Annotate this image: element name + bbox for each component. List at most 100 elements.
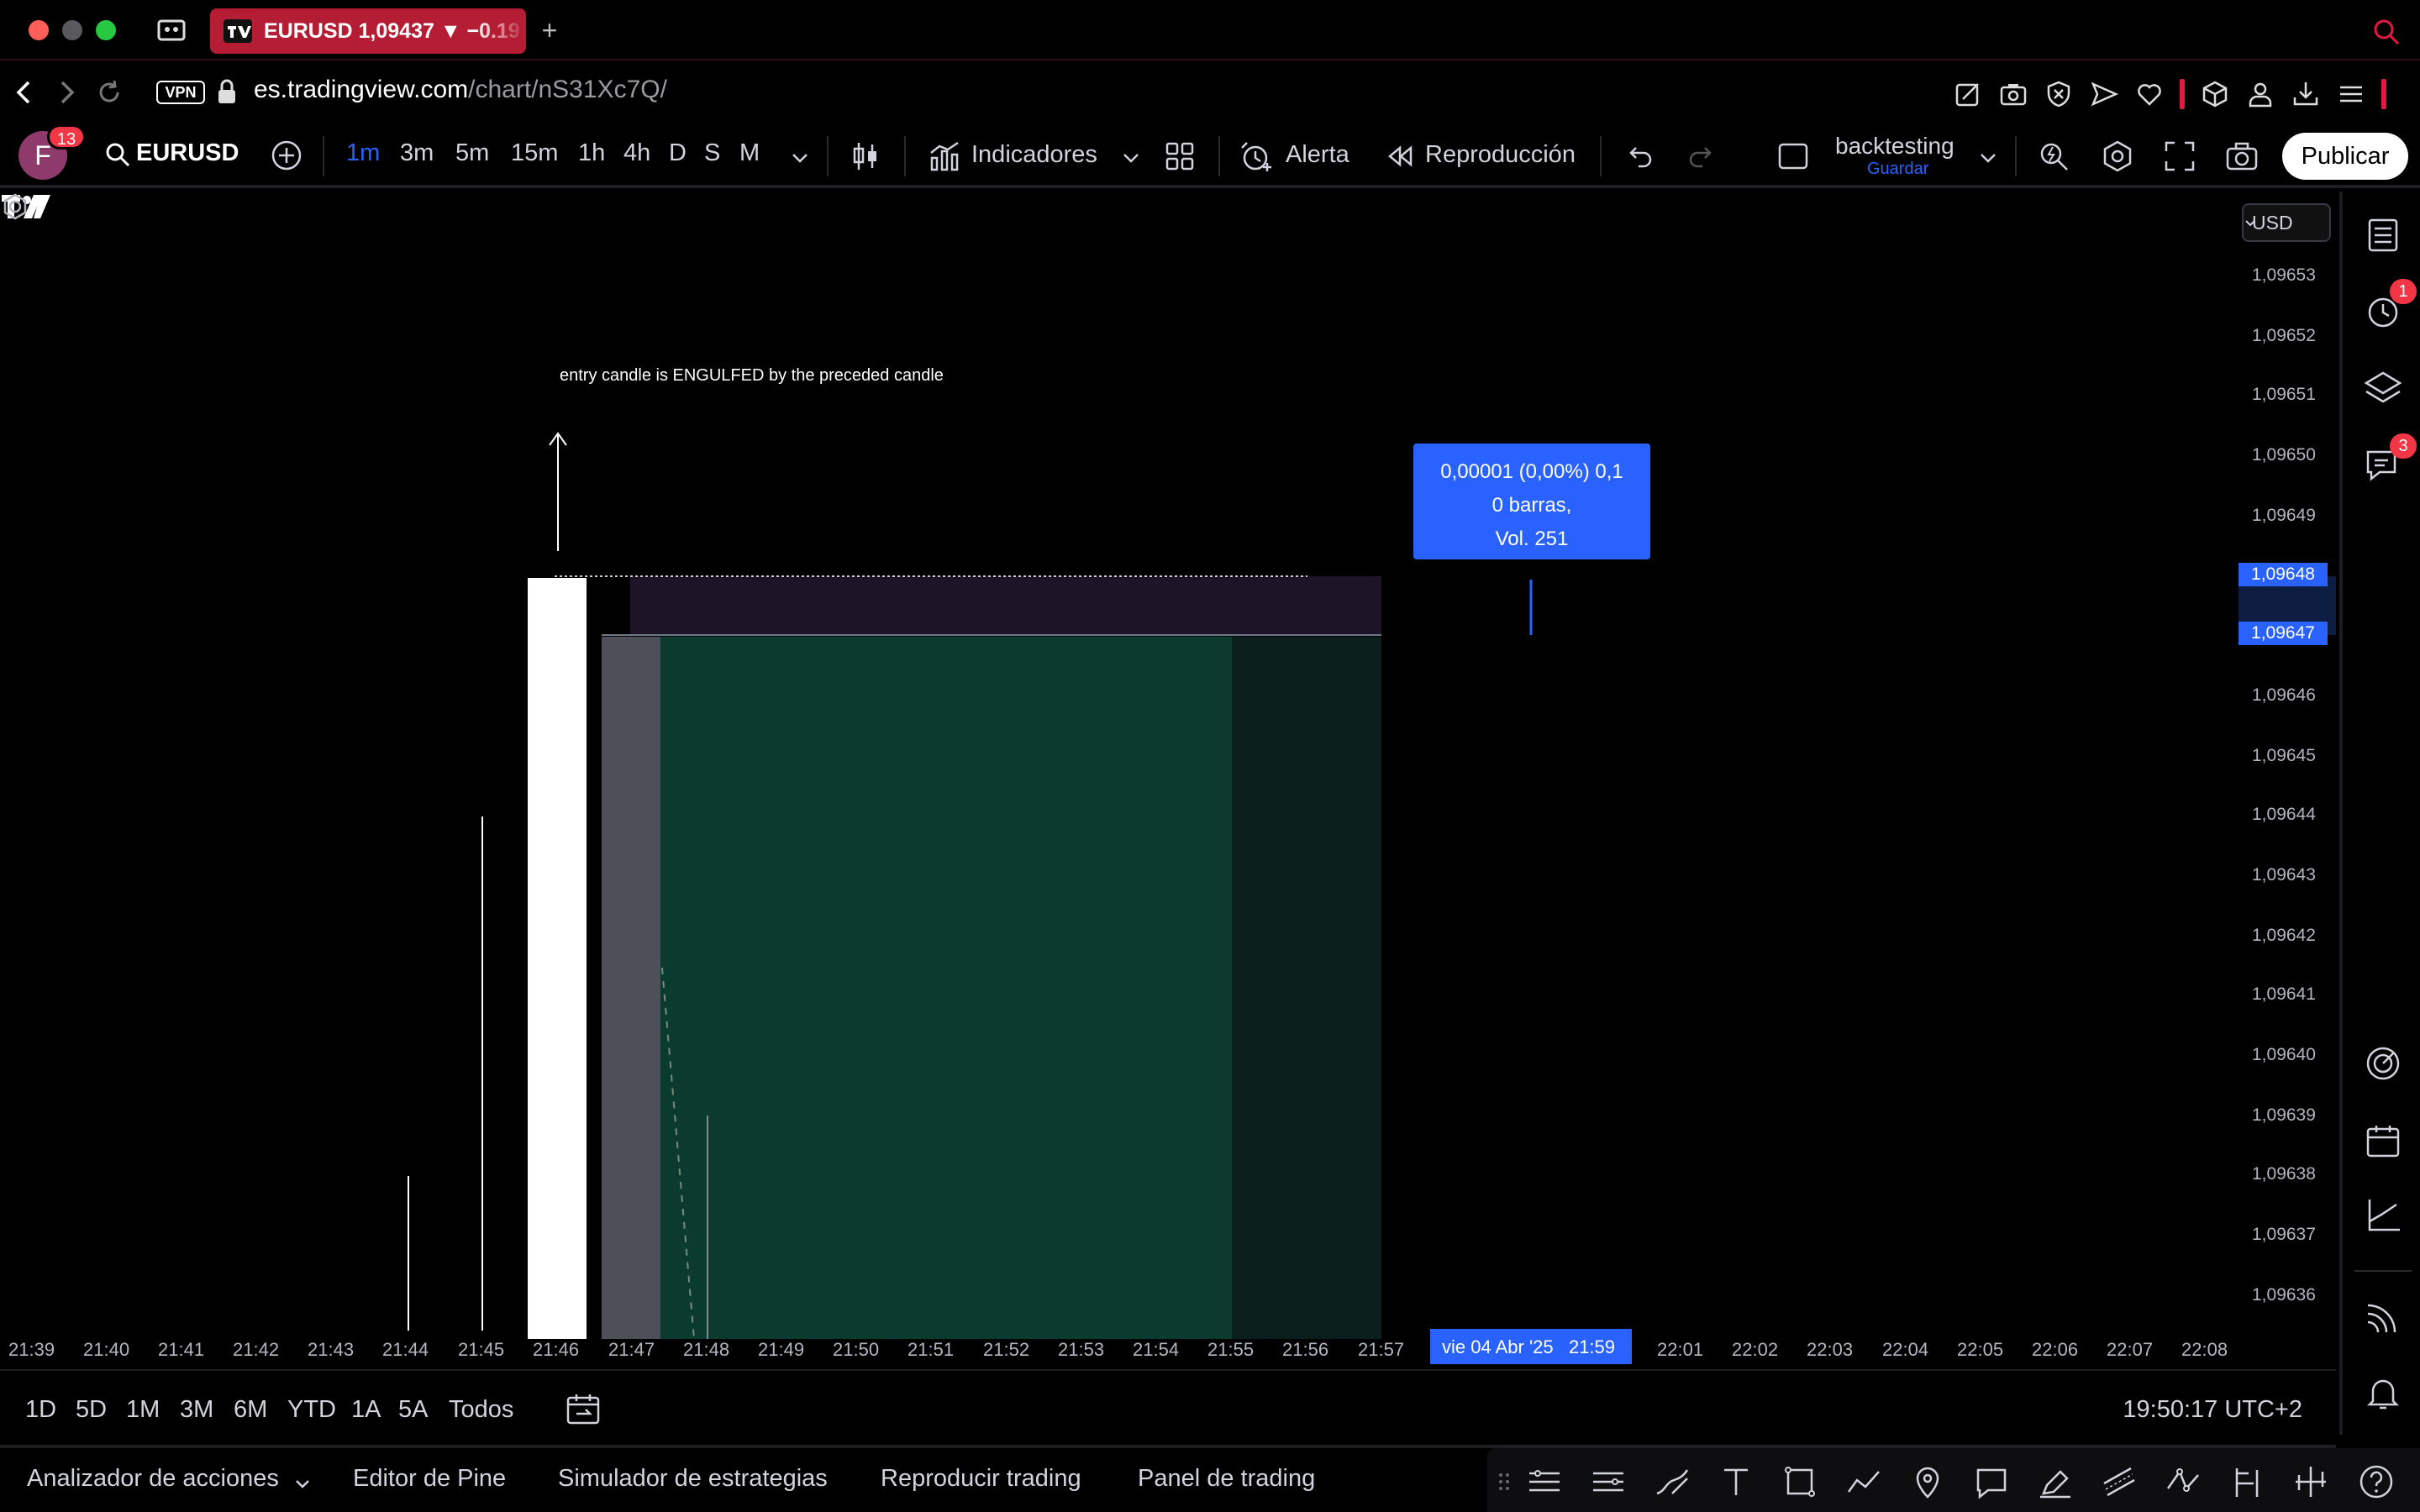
pin-icon[interactable] bbox=[1909, 1463, 1946, 1500]
range-1a[interactable]: 1A bbox=[351, 1396, 398, 1424]
path-tool-icon[interactable] bbox=[1845, 1463, 1882, 1500]
heart-icon[interactable] bbox=[2134, 79, 2165, 109]
interval-15m[interactable]: 15m bbox=[511, 139, 578, 167]
url-field[interactable]: es.tradingview.com/chart/nS31Xc7Q/ bbox=[254, 76, 667, 104]
menu-icon[interactable] bbox=[2336, 79, 2366, 109]
candle-bar[interactable] bbox=[528, 578, 587, 1339]
goto-date-icon[interactable] bbox=[565, 1391, 602, 1428]
chart-annotation-text[interactable]: entry candle is ENGULFED by the preceded… bbox=[560, 366, 944, 386]
camera-icon[interactable] bbox=[1998, 79, 2028, 109]
comment-icon[interactable] bbox=[1973, 1463, 2010, 1500]
tab-trading-panel[interactable]: Panel de trading bbox=[1138, 1465, 1315, 1493]
interval-d[interactable]: D bbox=[669, 139, 704, 167]
tab-overview-icon[interactable] bbox=[156, 17, 187, 44]
vpn-badge[interactable]: VPN bbox=[156, 81, 205, 104]
chevron-down-icon[interactable] bbox=[292, 1473, 313, 1494]
replay-button[interactable]: Reproducción bbox=[1425, 141, 1576, 169]
lock-icon[interactable] bbox=[215, 77, 239, 108]
range-5d[interactable]: 5D bbox=[76, 1396, 126, 1424]
range-ytd[interactable]: YTD bbox=[287, 1396, 351, 1424]
price-highlight-upper[interactable]: 1,09648 bbox=[2238, 563, 2328, 586]
gear-icon[interactable] bbox=[0, 192, 30, 222]
window-minimize-button[interactable] bbox=[62, 20, 82, 40]
window-zoom-button[interactable] bbox=[96, 20, 116, 40]
brush-icon[interactable] bbox=[1654, 1463, 1691, 1500]
interval-3m[interactable]: 3m bbox=[400, 139, 455, 167]
settings-hexagon-icon[interactable] bbox=[2101, 139, 2134, 173]
chevron-down-icon[interactable] bbox=[1975, 144, 2002, 171]
measure-ruler-icon[interactable] bbox=[2292, 1463, 2329, 1500]
alarm-clock-icon[interactable] bbox=[1239, 139, 1272, 173]
reload-icon[interactable] bbox=[94, 76, 124, 109]
signal-icon[interactable] bbox=[2363, 1297, 2403, 1337]
range-1d[interactable]: 1D bbox=[25, 1396, 76, 1424]
take-profit-zone[interactable] bbox=[660, 637, 1232, 1339]
indicators-icon[interactable] bbox=[928, 139, 961, 173]
interval-4h[interactable]: 4h bbox=[623, 139, 669, 167]
rectangle-tool-icon[interactable] bbox=[1781, 1463, 1818, 1500]
window-close-button[interactable] bbox=[29, 20, 49, 40]
channel-icon[interactable] bbox=[1590, 1463, 1627, 1500]
range-todos[interactable]: Todos bbox=[449, 1396, 524, 1424]
browser-tab-active[interactable]: EURUSD 1,09437 ▼ −0.19 bbox=[210, 8, 526, 54]
download-icon[interactable] bbox=[2291, 79, 2321, 109]
horizontal-lines-icon[interactable] bbox=[1526, 1463, 1563, 1500]
publish-button[interactable]: Publicar bbox=[2282, 133, 2408, 180]
replay-rewind-icon[interactable] bbox=[1383, 139, 1417, 173]
shield-icon[interactable] bbox=[2044, 79, 2074, 109]
long-position-icon[interactable] bbox=[2228, 1463, 2265, 1500]
cube-icon[interactable] bbox=[2200, 79, 2230, 109]
parallel-channel-icon[interactable] bbox=[2101, 1463, 2138, 1500]
clock-timezone[interactable]: 19:50:17 UTC+2 bbox=[2123, 1396, 2302, 1424]
text-tool-icon[interactable] bbox=[1718, 1463, 1754, 1500]
tab-replay-trading[interactable]: Reproducir trading bbox=[881, 1465, 1081, 1493]
new-tab-button[interactable]: + bbox=[533, 17, 566, 45]
interval-m[interactable]: M bbox=[739, 139, 776, 167]
tab-stock-screener[interactable]: Analizador de acciones bbox=[27, 1465, 279, 1493]
forward-arrow-icon[interactable] bbox=[52, 76, 82, 109]
undo-icon[interactable] bbox=[1622, 139, 1655, 173]
symbol-search-button[interactable]: EURUSD bbox=[136, 139, 239, 167]
quick-search-icon[interactable] bbox=[2037, 139, 2070, 173]
tab-strategy-tester[interactable]: Simulador de estrategias bbox=[558, 1465, 828, 1493]
interval-5m[interactable]: 5m bbox=[455, 139, 511, 167]
chart-axis-icon[interactable] bbox=[2363, 1196, 2403, 1236]
range-5a[interactable]: 5A bbox=[398, 1396, 449, 1424]
chevron-down-icon[interactable] bbox=[786, 144, 813, 171]
candles-icon[interactable] bbox=[849, 139, 882, 173]
chart-canvas[interactable]: USD entry candle is ENGULFED by the prec… bbox=[0, 192, 2336, 1364]
highlighter-icon[interactable] bbox=[2037, 1463, 2074, 1500]
profile-icon[interactable] bbox=[2245, 79, 2275, 109]
range-3m[interactable]: 3M bbox=[180, 1396, 234, 1424]
indicators-button[interactable]: Indicadores bbox=[971, 141, 1097, 169]
calendar-icon[interactable] bbox=[2363, 1121, 2403, 1161]
currency-select[interactable]: USD bbox=[2242, 203, 2331, 242]
interval-s[interactable]: S bbox=[704, 139, 739, 167]
price-highlight-lower[interactable]: 1,09647 bbox=[2238, 622, 2328, 645]
range-1m[interactable]: 1M bbox=[126, 1396, 180, 1424]
help-icon[interactable] bbox=[2358, 1463, 2395, 1500]
search-icon[interactable] bbox=[104, 141, 131, 168]
search-icon[interactable] bbox=[2370, 15, 2403, 49]
xabcd-pattern-icon[interactable] bbox=[2165, 1463, 2202, 1500]
send-icon[interactable] bbox=[2089, 79, 2119, 109]
target-icon[interactable] bbox=[2363, 1043, 2403, 1084]
alert-button[interactable]: Alerta bbox=[1286, 141, 1349, 169]
layout-square-icon[interactable] bbox=[1776, 139, 1810, 173]
back-arrow-icon[interactable] bbox=[8, 76, 39, 109]
interval-1h[interactable]: 1h bbox=[578, 139, 623, 167]
layout-grid-icon[interactable] bbox=[1163, 139, 1197, 173]
tab-pine-editor[interactable]: Editor de Pine bbox=[353, 1465, 506, 1493]
edit-icon[interactable] bbox=[1953, 79, 1983, 109]
interval-1m[interactable]: 1m bbox=[346, 139, 400, 167]
layout-name[interactable]: backtesting bbox=[1835, 133, 1954, 160]
candle-bar[interactable] bbox=[602, 637, 660, 1339]
layers-icon[interactable] bbox=[2363, 368, 2403, 408]
camera-icon[interactable] bbox=[2225, 139, 2259, 173]
range-6m[interactable]: 6M bbox=[234, 1396, 287, 1424]
bell-icon[interactable] bbox=[2363, 1373, 2403, 1413]
compare-symbol-plus-icon[interactable] bbox=[269, 138, 304, 173]
fullscreen-icon[interactable] bbox=[2163, 139, 2196, 173]
stop-loss-zone[interactable] bbox=[630, 576, 1381, 635]
drag-handle-icon[interactable] bbox=[1494, 1463, 1514, 1500]
